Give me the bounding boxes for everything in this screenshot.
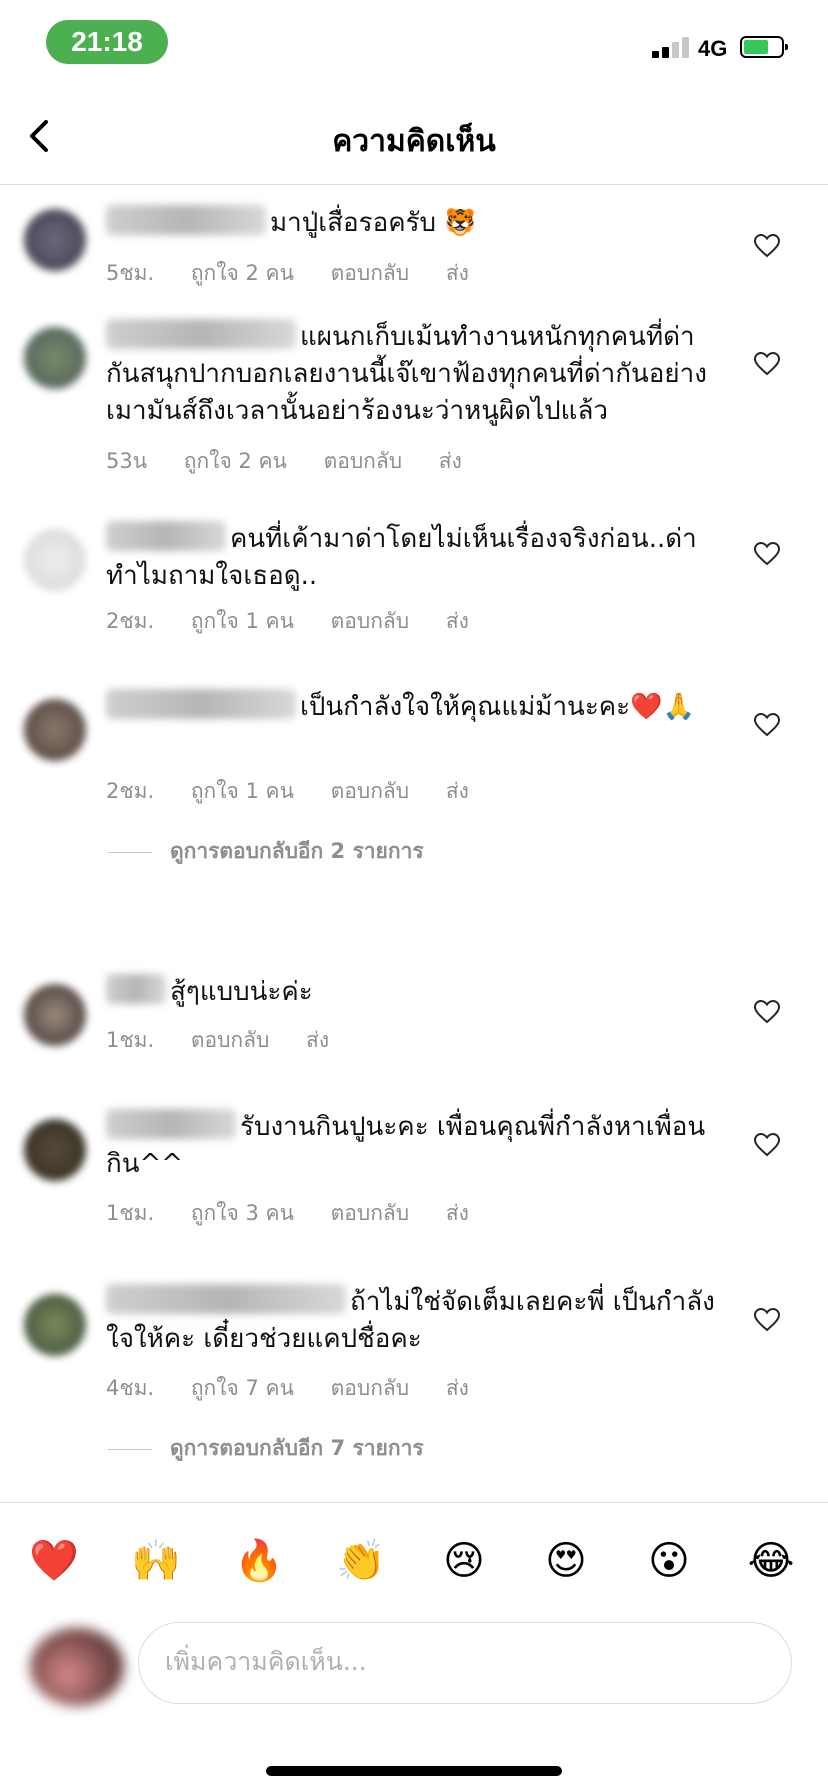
comment-item: สู้ๆแบบน่ะค่ะ 1ชม. ตอบกลับ ส่ง bbox=[0, 970, 828, 1070]
avatar[interactable] bbox=[24, 699, 86, 761]
likes-count[interactable]: ถูกใจ 3 คน bbox=[191, 1201, 294, 1225]
comment-item: ถ้าไม่ใช่จัดเต็มเลยคะพี่ เป็นกำลังใจให้ค… bbox=[0, 1280, 828, 1495]
comment-body: มาปู่เสื่อรอครับ 🐯 bbox=[106, 205, 716, 242]
username-blurred[interactable] bbox=[106, 689, 296, 719]
crying-emoji-button[interactable]: 😢 bbox=[436, 1533, 492, 1589]
username-blurred[interactable] bbox=[106, 205, 266, 235]
comment-time: 5ชม. bbox=[106, 261, 155, 285]
heart-eyes-emoji-button[interactable]: 😍 bbox=[538, 1533, 594, 1589]
likes-count[interactable]: ถูกใจ 1 คน bbox=[191, 609, 294, 633]
comment-text: มาปู่เสื่อรอครับ 🐯 bbox=[270, 208, 477, 238]
view-more-replies[interactable]: ดูการตอบกลับอีก 2 รายการ bbox=[108, 835, 424, 868]
avatar[interactable] bbox=[24, 1119, 86, 1181]
battery-charging-icon bbox=[740, 36, 788, 58]
send-button[interactable]: ส่ง bbox=[446, 261, 469, 285]
comment-body: ถ้าไม่ใช่จัดเต็มเลยคะพี่ เป็นกำลังใจให้ค… bbox=[106, 1284, 716, 1358]
comment-body: สู้ๆแบบน่ะค่ะ bbox=[106, 974, 716, 1011]
home-indicator[interactable] bbox=[266, 1766, 562, 1776]
comment-text: สู้ๆแบบน่ะค่ะ bbox=[170, 977, 313, 1007]
raising-hands-emoji-button[interactable]: 🙌 bbox=[128, 1533, 184, 1589]
comment-meta: 2ชม. ถูกใจ 1 คน ตอบกลับ ส่ง bbox=[106, 605, 499, 638]
comment-item: คนที่เค้ามาด่าโดยไม่เห็นเรื่องจริงก่อน..… bbox=[0, 515, 828, 655]
view-replies-label: ดูการตอบกลับอีก 7 รายการ bbox=[170, 1436, 424, 1460]
reply-button[interactable]: ตอบกลับ bbox=[331, 261, 410, 285]
reply-button[interactable]: ตอบกลับ bbox=[324, 449, 403, 473]
comment-body: เป็นกำลังใจให้คุณแม่ม้านะคะ❤️🙏 bbox=[106, 689, 716, 726]
status-time: 21:18 bbox=[46, 20, 168, 64]
like-heart-icon[interactable] bbox=[754, 234, 780, 258]
reply-button[interactable]: ตอบกลับ bbox=[331, 1376, 410, 1400]
comment-meta: 5ชม. ถูกใจ 2 คน ตอบกลับ ส่ง bbox=[106, 257, 499, 290]
reply-button[interactable]: ตอบกลับ bbox=[331, 609, 410, 633]
username-blurred[interactable] bbox=[106, 974, 166, 1004]
send-button[interactable]: ส่ง bbox=[446, 1201, 469, 1225]
comment-meta: 4ชม. ถูกใจ 7 คน ตอบกลับ ส่ง bbox=[106, 1372, 499, 1405]
likes-count[interactable]: ถูกใจ 2 คน bbox=[191, 261, 294, 285]
comment-meta: 1ชม. ตอบกลับ ส่ง bbox=[106, 1024, 359, 1057]
comment-time: 2ชม. bbox=[106, 609, 155, 633]
likes-count[interactable]: ถูกใจ 1 คน bbox=[191, 779, 294, 803]
status-bar: 21:18 4G bbox=[0, 0, 828, 88]
comment-list: มาปู่เสื่อรอครับ 🐯 5ชม. ถูกใจ 2 คน ตอบกล… bbox=[0, 185, 828, 1500]
username-blurred[interactable] bbox=[106, 319, 296, 349]
avatar[interactable] bbox=[24, 209, 86, 271]
like-heart-icon[interactable] bbox=[754, 1308, 780, 1332]
comment-meta: 2ชม. ถูกใจ 1 คน ตอบกลับ ส่ง bbox=[106, 775, 499, 808]
comment-body: รับงานกินปูนะคะ เพื่อนคุณพี่กำลังหาเพื่อ… bbox=[106, 1109, 716, 1183]
reply-button[interactable]: ตอบกลับ bbox=[331, 779, 410, 803]
send-button[interactable]: ส่ง bbox=[439, 449, 462, 473]
like-heart-icon[interactable] bbox=[754, 542, 780, 566]
comment-composer: เพิ่มความคิดเห็น... bbox=[0, 1600, 828, 1720]
comment-meta: 53น ถูกใจ 2 คน ตอบกลับ ส่ง bbox=[106, 445, 492, 478]
comment-text: เป็นกำลังใจให้คุณแม่ม้านะคะ❤️🙏 bbox=[300, 692, 695, 722]
avatar[interactable] bbox=[24, 1294, 86, 1356]
heart-emoji-button[interactable]: ❤️ bbox=[26, 1533, 82, 1589]
comment-time: 1ชม. bbox=[106, 1028, 155, 1052]
username-blurred[interactable] bbox=[106, 521, 226, 551]
add-comment-input[interactable]: เพิ่มความคิดเห็น... bbox=[138, 1622, 792, 1704]
send-button[interactable]: ส่ง bbox=[446, 779, 469, 803]
view-more-replies[interactable]: ดูการตอบกลับอีก 7 รายการ bbox=[108, 1432, 424, 1465]
avatar[interactable] bbox=[24, 984, 86, 1046]
like-heart-icon[interactable] bbox=[754, 1000, 780, 1024]
comment-item: เป็นกำลังใจให้คุณแม่ม้านะคะ❤️🙏 2ชม. ถูกใ… bbox=[0, 685, 828, 885]
comment-meta: 1ชม. ถูกใจ 3 คน ตอบกลับ ส่ง bbox=[106, 1197, 499, 1230]
comment-body: คนที่เค้ามาด่าโดยไม่เห็นเรื่องจริงก่อน..… bbox=[106, 521, 716, 595]
nav-bar: ความคิดเห็น bbox=[0, 88, 828, 185]
username-blurred[interactable] bbox=[106, 1284, 346, 1314]
comment-item: มาปู่เสื่อรอครับ 🐯 5ชม. ถูกใจ 2 คน ตอบกล… bbox=[0, 195, 828, 295]
username-blurred[interactable] bbox=[106, 1109, 236, 1139]
like-heart-icon[interactable] bbox=[754, 352, 780, 376]
page-title: ความคิดเห็น bbox=[332, 124, 496, 159]
avatar[interactable] bbox=[24, 327, 86, 389]
network-type: 4G bbox=[698, 36, 728, 61]
comment-time: 1ชม. bbox=[106, 1201, 155, 1225]
like-heart-icon[interactable] bbox=[754, 713, 780, 737]
reply-button[interactable]: ตอบกลับ bbox=[191, 1028, 270, 1052]
comment-item: รับงานกินปูนะคะ เพื่อนคุณพี่กำลังหาเพื่อ… bbox=[0, 1105, 828, 1255]
fire-emoji-button[interactable]: 🔥 bbox=[231, 1533, 287, 1589]
likes-count[interactable]: ถูกใจ 7 คน bbox=[191, 1376, 294, 1400]
emoji-reaction-bar: ❤️ 🙌 🔥 👏 😢 😍 😮 😂 bbox=[0, 1502, 828, 1593]
view-replies-label: ดูการตอบกลับอีก 2 รายการ bbox=[170, 839, 424, 863]
like-heart-icon[interactable] bbox=[754, 1133, 780, 1157]
signal-strength-icon bbox=[652, 36, 690, 58]
comment-item: แผนกเก็บเม้นทำงานหนักทุกคนที่ด่ากันสนุกป… bbox=[0, 315, 828, 495]
surprised-emoji-button[interactable]: 😮 bbox=[641, 1533, 697, 1589]
clapping-emoji-button[interactable]: 👏 bbox=[333, 1533, 389, 1589]
laughing-emoji-button[interactable]: 😂 bbox=[743, 1533, 799, 1589]
send-button[interactable]: ส่ง bbox=[446, 1376, 469, 1400]
current-user-avatar bbox=[30, 1628, 124, 1706]
comment-time: 2ชม. bbox=[106, 779, 155, 803]
comment-time: 53น bbox=[106, 449, 148, 473]
send-button[interactable]: ส่ง bbox=[446, 609, 469, 633]
comment-time: 4ชม. bbox=[106, 1376, 155, 1400]
comment-body: แผนกเก็บเม้นทำงานหนักทุกคนที่ด่ากันสนุกป… bbox=[106, 319, 716, 430]
reply-button[interactable]: ตอบกลับ bbox=[331, 1201, 410, 1225]
avatar[interactable] bbox=[24, 529, 86, 591]
likes-count[interactable]: ถูกใจ 2 คน bbox=[184, 449, 287, 473]
send-button[interactable]: ส่ง bbox=[306, 1028, 329, 1052]
